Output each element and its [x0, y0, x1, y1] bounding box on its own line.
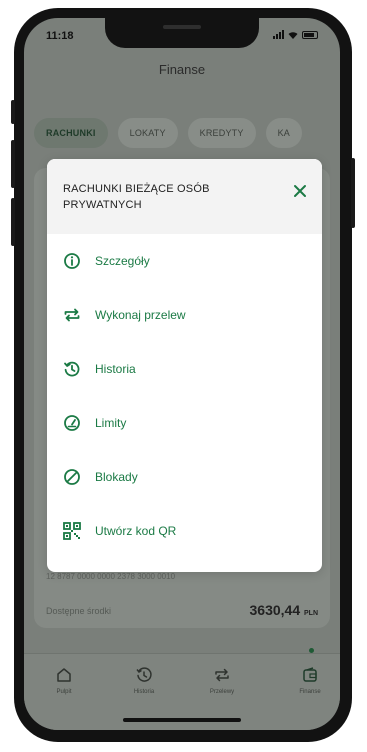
menu-item-label: Blokady — [95, 470, 138, 484]
menu-item-label: Szczegóły — [95, 254, 150, 268]
account-number: 12 8787 0000 0000 2378 3000 0010 — [46, 572, 176, 581]
history-icon — [63, 360, 81, 378]
nav-label: Finanse — [299, 689, 321, 695]
close-icon[interactable] — [292, 183, 308, 199]
menu-item-historia[interactable]: Historia — [47, 342, 322, 396]
history-icon — [136, 667, 152, 682]
volume-down-button — [11, 198, 15, 246]
action-menu: Szczegóły Wykonaj przelew Historia Limit… — [47, 234, 322, 558]
available-funds-amount: 3630,44 PLN — [250, 602, 319, 618]
menu-item-label: Limity — [95, 416, 127, 430]
menu-item-label: Wykonaj przelew — [95, 308, 186, 322]
menu-item-blokady[interactable]: Blokady — [47, 450, 322, 504]
nav-historia[interactable]: Historia — [114, 666, 174, 695]
home-icon — [57, 668, 71, 682]
menu-item-utworz-kod-qr[interactable]: Utwórz kod QR — [47, 504, 322, 558]
account-actions-modal: RACHUNKI BIEŻĄCE OSÓB PRYWATNYCH Szczegó… — [47, 159, 322, 572]
nav-przelewy[interactable]: Przelewy — [192, 666, 252, 695]
menu-item-label: Historia — [95, 362, 136, 376]
menu-item-wykonaj-przelew[interactable]: Wykonaj przelew — [47, 288, 322, 342]
modal-header: RACHUNKI BIEŻĄCE OSÓB PRYWATNYCH — [47, 159, 322, 234]
status-time: 11:18 — [46, 30, 74, 42]
status-icons — [273, 30, 318, 39]
notch — [105, 18, 259, 48]
wifi-icon — [288, 31, 298, 39]
amount-value: 3630,44 — [249, 602, 301, 618]
nav-label: Historia — [133, 689, 155, 695]
nav-pulpit[interactable]: Pulpit — [34, 666, 94, 695]
power-button — [351, 158, 355, 228]
page-title: Finanse — [158, 62, 206, 77]
menu-item-limity[interactable]: Limity — [47, 396, 322, 450]
nav-label: Przelewy — [209, 689, 235, 695]
phone-screen: 11:18 Finanse RACHUNKI LOKATY KREDYTY KA… — [24, 18, 340, 730]
tab-more[interactable]: KA — [265, 118, 302, 148]
speaker-grille — [163, 25, 201, 29]
info-icon — [63, 252, 81, 270]
gauge-icon — [63, 414, 81, 432]
active-indicator — [309, 648, 314, 653]
block-icon — [63, 468, 81, 486]
tab-kredyty[interactable]: KREDYTY — [187, 118, 256, 148]
home-indicator — [123, 718, 241, 722]
menu-item-label: Utwórz kod QR — [95, 524, 177, 538]
mute-switch — [11, 100, 15, 124]
transfer-icon — [215, 668, 229, 682]
available-funds-label: Dostępne środki — [46, 606, 112, 616]
nav-finanse[interactable]: Finanse — [280, 666, 340, 695]
battery-icon — [302, 30, 318, 39]
signal-icon — [273, 30, 284, 39]
qr-code-icon — [63, 522, 81, 540]
menu-item-szczegoly[interactable]: Szczegóły — [47, 234, 322, 288]
tab-rachunki[interactable]: RACHUNKI — [34, 118, 108, 148]
transfer-icon — [63, 306, 81, 324]
wallet-icon — [303, 667, 317, 682]
volume-up-button — [11, 140, 15, 188]
amount-currency: PLN — [304, 610, 318, 617]
nav-label: Pulpit — [56, 689, 72, 695]
modal-title: RACHUNKI BIEŻĄCE OSÓB PRYWATNYCH — [63, 183, 210, 211]
tab-lokaty[interactable]: LOKATY — [117, 118, 178, 148]
account-tabs: RACHUNKI LOKATY KREDYTY KA — [34, 118, 302, 148]
